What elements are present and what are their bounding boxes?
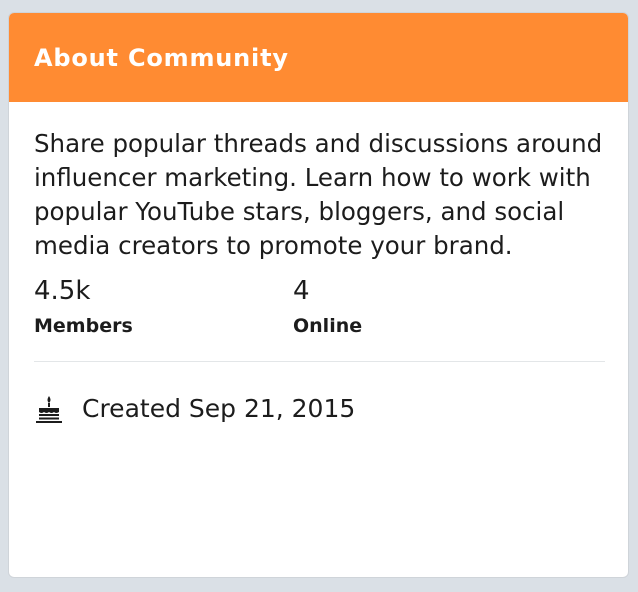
card-body: Share popular threads and discussions ar… [9, 102, 628, 426]
about-community-card: About Community Share popular threads an… [8, 12, 629, 578]
online-label: Online [293, 315, 363, 337]
online-stat: 4 Online [293, 273, 552, 341]
created-date: Created Sep 21, 2015 [82, 394, 356, 423]
cake-icon [34, 395, 64, 423]
members-count: 4.5k [34, 276, 91, 306]
members-label: Members [34, 315, 133, 337]
card-header: About Community [9, 13, 628, 102]
members-stat: 4.5k Members [34, 273, 293, 341]
community-description: Share popular threads and discussions ar… [34, 129, 603, 260]
online-count: 4 [293, 276, 310, 306]
community-stats: 4.5k Members 4 Online [34, 273, 603, 341]
divider [34, 361, 605, 362]
created-date-row: Created Sep 21, 2015 [34, 392, 603, 426]
card-title: About Community [34, 43, 289, 72]
